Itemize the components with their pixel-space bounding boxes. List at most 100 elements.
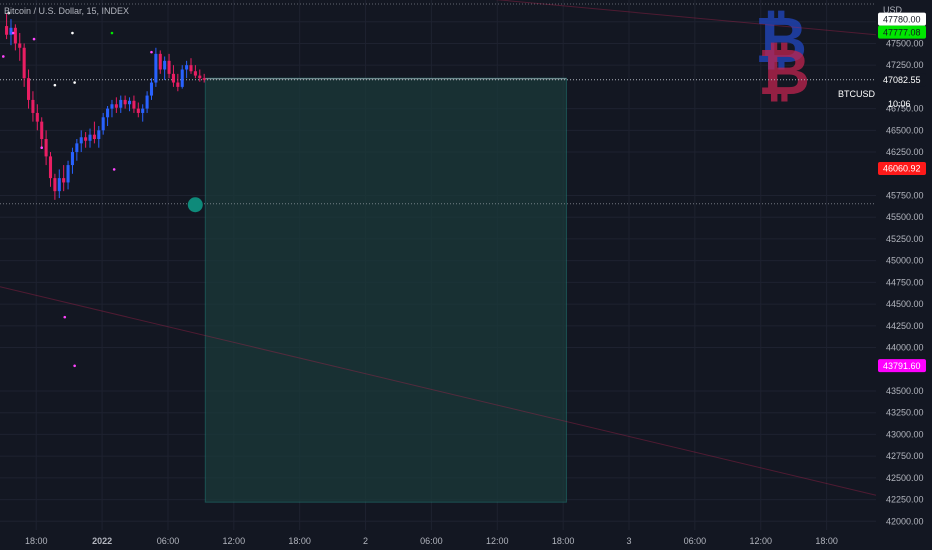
price-tick-label: 42250.00 bbox=[886, 495, 924, 505]
candle-body bbox=[31, 99, 35, 113]
candle-body bbox=[136, 108, 140, 113]
candle-body bbox=[92, 134, 96, 140]
projection-box[interactable] bbox=[204, 77, 567, 503]
candle-body bbox=[84, 137, 88, 141]
price-tick-label: 46250.00 bbox=[886, 147, 924, 157]
candle-body bbox=[70, 152, 74, 166]
time-tick-label: 3 bbox=[626, 536, 631, 546]
price-tick-label: 42750.00 bbox=[886, 451, 924, 461]
signal-dot bbox=[73, 81, 76, 84]
signal-dot bbox=[110, 31, 114, 35]
support-circle bbox=[187, 197, 203, 213]
candle-body bbox=[106, 108, 110, 118]
time-tick-label: 06:00 bbox=[684, 536, 707, 546]
time-tick-label: 12:00 bbox=[223, 536, 246, 546]
time-tick-label: 2 bbox=[363, 536, 368, 546]
time-tick-label: 18:00 bbox=[552, 536, 575, 546]
candle-body bbox=[127, 100, 132, 105]
candle-body bbox=[97, 130, 101, 140]
price-tick-label: 44750.00 bbox=[886, 277, 924, 287]
candle-body bbox=[57, 178, 61, 192]
time-tick-label: 18:00 bbox=[815, 536, 838, 546]
candle-body bbox=[114, 104, 118, 108]
signal-dot bbox=[11, 31, 15, 35]
logo-red-glyph: ₿ bbox=[758, 36, 810, 110]
time-tick-label: 18:00 bbox=[25, 536, 48, 546]
price-tick-label: 44500.00 bbox=[886, 299, 924, 309]
candle-body bbox=[132, 100, 136, 109]
price-tick-label: 45000.00 bbox=[886, 256, 924, 266]
time-tick-label: 06:00 bbox=[420, 536, 443, 546]
price-tick-label: 43250.00 bbox=[886, 408, 924, 418]
signal-dot bbox=[1, 55, 5, 58]
price-tick-label: 44000.00 bbox=[886, 343, 924, 353]
candle-body bbox=[75, 143, 79, 153]
candle-body bbox=[44, 139, 48, 157]
time-tick-label: 12:00 bbox=[749, 536, 772, 546]
candle-body bbox=[53, 178, 57, 192]
signal-dot bbox=[71, 31, 74, 35]
price-tick-label: 47250.00 bbox=[886, 60, 924, 70]
price-tag-label: 46060.92 bbox=[883, 164, 921, 174]
time-tick-label: 12:00 bbox=[486, 536, 509, 546]
bitcoin-logo-icon: ₿ ₿ bbox=[755, 4, 810, 110]
chart-title: Bitcoin / U.S. Dollar, 15, INDEX bbox=[4, 6, 130, 16]
price-chart[interactable]: ₿ ₿ 47750.0047500.0047250.0046750.004650… bbox=[0, 0, 932, 550]
candle-body bbox=[185, 65, 189, 70]
signal-dot bbox=[32, 37, 36, 41]
candle-body bbox=[154, 53, 158, 83]
price-tick-label: 42500.00 bbox=[886, 473, 924, 483]
candle-body bbox=[27, 78, 31, 100]
signal-dot bbox=[53, 83, 57, 87]
symbol-label: BTCUSD bbox=[838, 89, 876, 99]
candle-body bbox=[141, 108, 145, 113]
candle-body bbox=[189, 65, 193, 72]
price-tag-label: 43791.60 bbox=[883, 361, 921, 371]
price-tick-label: 43000.00 bbox=[886, 429, 924, 439]
signal-dot bbox=[112, 168, 116, 171]
price-tick-label: 47500.00 bbox=[886, 38, 924, 48]
candle-body bbox=[176, 82, 180, 87]
candle-body bbox=[198, 75, 202, 79]
price-tick-label: 46500.00 bbox=[886, 125, 924, 135]
candle-body bbox=[167, 60, 171, 74]
price-tag-label: 47082.55 bbox=[883, 75, 921, 85]
currency-label[interactable]: USD bbox=[883, 5, 902, 15]
price-tick-label: 45250.00 bbox=[886, 234, 924, 244]
price-tick-label: 45750.00 bbox=[886, 190, 924, 200]
signal-dot bbox=[150, 50, 153, 54]
time-tick-label: 06:00 bbox=[157, 536, 180, 546]
price-tick-label: 43500.00 bbox=[886, 386, 924, 396]
candle-body bbox=[35, 112, 39, 122]
candle-body bbox=[193, 71, 197, 76]
candle-body bbox=[9, 27, 13, 35]
candle-body bbox=[66, 165, 70, 183]
candle-body bbox=[123, 99, 127, 105]
candle-body bbox=[180, 69, 184, 87]
bar-countdown: 10:06 bbox=[888, 99, 911, 109]
signal-dot bbox=[73, 364, 76, 368]
price-tag-label: 47777.08 bbox=[883, 27, 921, 37]
time-tick-label: 18:00 bbox=[288, 536, 311, 546]
candle-body bbox=[5, 26, 9, 35]
candle-body bbox=[22, 47, 26, 79]
candle-body bbox=[119, 99, 123, 108]
time-tick-label: 2022 bbox=[92, 536, 112, 546]
candle-body bbox=[88, 134, 92, 141]
candle-body bbox=[18, 43, 22, 48]
candle-body bbox=[101, 117, 105, 131]
candle-body bbox=[149, 82, 154, 96]
signal-dot bbox=[63, 315, 67, 319]
candle-body bbox=[79, 137, 83, 144]
candle-body bbox=[13, 27, 17, 44]
candle-body bbox=[145, 95, 149, 109]
candle-body bbox=[171, 73, 175, 83]
signal-dot bbox=[40, 146, 44, 150]
candle-body bbox=[163, 60, 167, 70]
price-tick-label: 45500.00 bbox=[886, 212, 924, 222]
price-tick-label: 44250.00 bbox=[886, 321, 924, 331]
price-tick-label: 42000.00 bbox=[886, 516, 924, 526]
candle-body bbox=[110, 104, 114, 109]
price-tag-label: 47780.00 bbox=[883, 14, 921, 24]
candle-body bbox=[158, 53, 162, 70]
